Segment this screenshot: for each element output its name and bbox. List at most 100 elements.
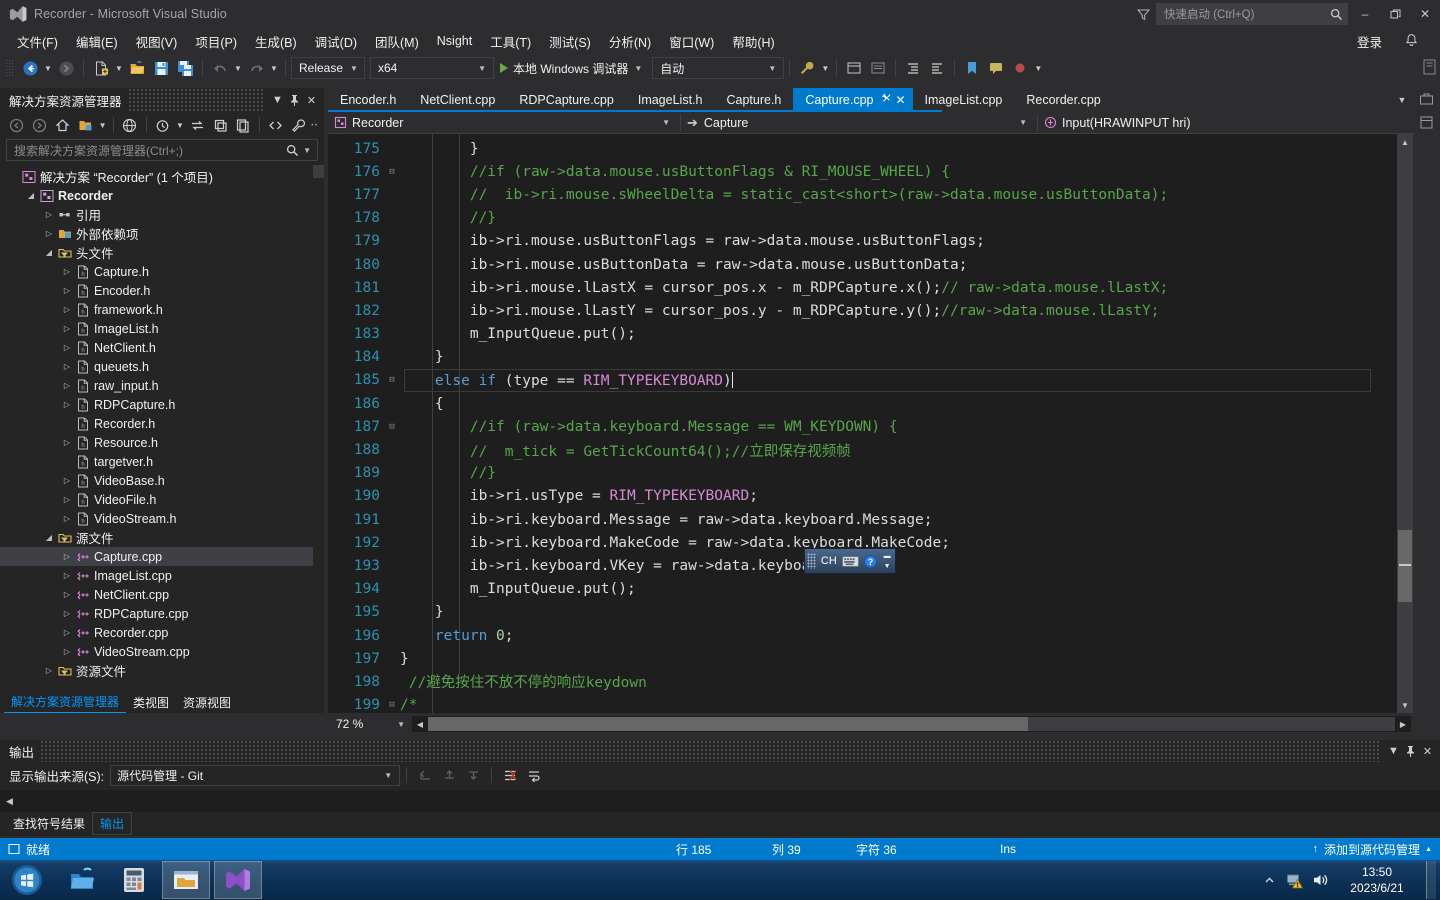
new-item-icon[interactable] [89,56,113,80]
minimize-button[interactable]: – [1350,0,1380,28]
close-icon[interactable]: ✕ [1419,741,1436,761]
properties-icon[interactable] [232,114,254,136]
pending-history-icon[interactable] [152,114,174,136]
bell-icon[interactable] [1400,30,1422,50]
expand-arrow-icon[interactable]: ▷ [60,514,74,523]
expand-arrow-icon[interactable]: ▷ [60,286,74,295]
ime-minimize-icon[interactable]: ▬ ▼ [881,553,893,570]
scroll-left-icon[interactable]: ◀ [412,720,428,729]
nav-class-dropdown[interactable]: ➔ Capture ▼ [681,112,1037,134]
tree-item[interactable]: 解决方案 “Recorder” (1 个项目) [0,167,324,186]
network-warning-icon[interactable] [1282,860,1308,900]
tree-item[interactable]: ▷ h queuets.h [0,357,324,376]
navigate-up-icon[interactable] [437,764,461,786]
fold-toggle-icon[interactable]: ⊟ [384,375,400,385]
editor-tab-recorder-cpp[interactable]: Recorder.cpp [1014,88,1113,112]
code-line[interactable]: 179 ib->ri.mouse.usButtonFlags = raw->da… [328,230,1413,253]
chevron-down-icon[interactable]: ▼ [299,146,315,155]
tree-item-selected[interactable]: ▷ Capture.cpp [0,547,324,566]
wrench-icon[interactable] [795,56,819,80]
collapse-arrow-icon[interactable]: ◢ [24,191,38,200]
expand-arrow-icon[interactable]: ▷ [42,210,56,219]
navigate-forward-icon[interactable] [54,56,78,80]
show-desktop-button[interactable] [1426,861,1436,899]
menu-item-tools[interactable]: 工具(T) [481,29,540,54]
open-folder-icon[interactable] [125,56,149,80]
code-line[interactable]: 186 { [328,392,1413,415]
tree-item[interactable]: ▷ h framework.h [0,300,324,319]
redo-dropdown[interactable]: ▼ [268,56,280,80]
expand-arrow-icon[interactable]: ▷ [60,609,74,618]
expand-arrow-icon[interactable]: ▷ [60,324,74,333]
keyboard-icon[interactable] [840,551,861,571]
code-line[interactable]: 187 ⊟ //if (raw->data.keyboard.Message ==… [328,415,1413,438]
code-line[interactable]: 182 ib->ri.mouse.lLastY = cursor_pos.y -… [328,299,1413,322]
home-icon[interactable] [52,114,74,136]
ime-language-bar[interactable]: CH ? ▬ ▼ [804,548,896,574]
menu-item-team[interactable]: 团队(M) [366,29,428,54]
tab-overflow-icon[interactable]: ▼ [1391,88,1413,112]
expand-arrow-icon[interactable]: ▷ [60,647,74,656]
tree-item[interactable]: ▷ h VideoBase.h [0,471,324,490]
list-icon[interactable] [866,56,890,80]
platform-dropdown[interactable]: x64 ▼ [370,57,494,79]
chevron-down-icon[interactable]: ▼ [1385,741,1402,761]
tree-item[interactable]: ▷ h Encoder.h [0,281,324,300]
breakpoint-icon[interactable] [1008,56,1032,80]
collapse-all-icon[interactable] [209,114,231,136]
navigate-back-dropdown[interactable]: ▼ [42,56,54,80]
expand-arrow-icon[interactable]: ▷ [60,495,74,504]
undo-dropdown[interactable]: ▼ [232,56,244,80]
scroll-down-icon[interactable]: ▼ [1397,697,1413,713]
editor-tab-netclient-cpp[interactable]: NetClient.cpp [408,88,508,112]
tree-item[interactable]: ▷ h ImageList.h [0,319,324,338]
header-drag-area[interactable] [40,740,1379,762]
code-line[interactable]: 197} [328,647,1413,670]
pin-icon[interactable] [286,90,303,110]
tree-item[interactable]: ◢ Recorder [0,186,324,205]
taskbar-item-explorer-pin[interactable] [58,861,106,899]
expand-arrow-icon[interactable]: ▷ [60,438,74,447]
editor-horizontal-scrollbar[interactable]: ◀ ▶ [412,716,1411,732]
tab-resource-view[interactable]: 资源视图 [176,692,238,713]
wrench-dropdown[interactable]: ▼ [819,56,831,80]
code-line[interactable]: 180 ib->ri.mouse.usButtonData = raw->dat… [328,253,1413,276]
expand-arrow-icon[interactable]: ▷ [60,476,74,485]
scrollbar-track[interactable] [428,717,1395,731]
tree-item[interactable]: ▷ h raw_input.h [0,376,324,395]
header-drag-area[interactable] [127,88,263,112]
expand-arrow-icon[interactable]: ▷ [60,343,74,352]
menu-item-window[interactable]: 窗口(W) [660,29,723,54]
menu-item-edit[interactable]: 编辑(E) [67,29,127,54]
tree-item[interactable]: ▷ 资源文件 [0,661,324,680]
help-icon[interactable]: ? [860,551,881,571]
editor-vertical-scrollbar[interactable]: ▲ ▼ [1397,134,1413,713]
code-line[interactable]: 196 return 0; [328,624,1413,647]
expand-arrow-icon[interactable]: ▷ [60,381,74,390]
sync-icon[interactable] [186,114,208,136]
volume-icon[interactable] [1308,860,1334,900]
clear-all-icon[interactable] [498,764,522,786]
fold-toggle-icon[interactable]: ⊟ [384,167,400,177]
toolbar-overflow[interactable] [1421,54,1438,82]
code-line[interactable]: 190 ib->ri.usType = RIM_TYPEKEYBOARD; [328,485,1413,508]
breakpoint-dropdown[interactable]: ▼ [1032,56,1044,80]
tree-item[interactable]: ▷ Recorder.cpp [0,623,324,642]
windows-start-orb[interactable] [0,860,54,900]
close-icon[interactable]: ✕ [895,93,905,107]
tree-item[interactable]: ▷ h VideoFile.h [0,490,324,509]
menu-item-view[interactable]: 视图(V) [127,29,187,54]
tab-find-symbol-results[interactable]: 查找符号结果 [6,813,92,834]
scroll-up-icon[interactable]: ▲ [1397,134,1413,150]
tab-output[interactable]: 输出 [92,811,133,835]
filter-icon[interactable] [1130,0,1156,28]
code-line[interactable]: 195 } [328,601,1413,624]
indent-icon[interactable] [901,56,925,80]
close-button[interactable]: ✕ [1410,0,1440,28]
save-icon[interactable] [149,56,173,80]
editor-tab-imagelist-cpp[interactable]: ImageList.cpp [912,88,1015,112]
pending-changes-icon[interactable] [74,114,96,136]
tree-item[interactable]: ◢ 头文件 [0,243,324,262]
tree-item[interactable]: ▷ RDPCapture.cpp [0,604,324,623]
configuration-dropdown[interactable]: Release ▼ [291,57,365,79]
